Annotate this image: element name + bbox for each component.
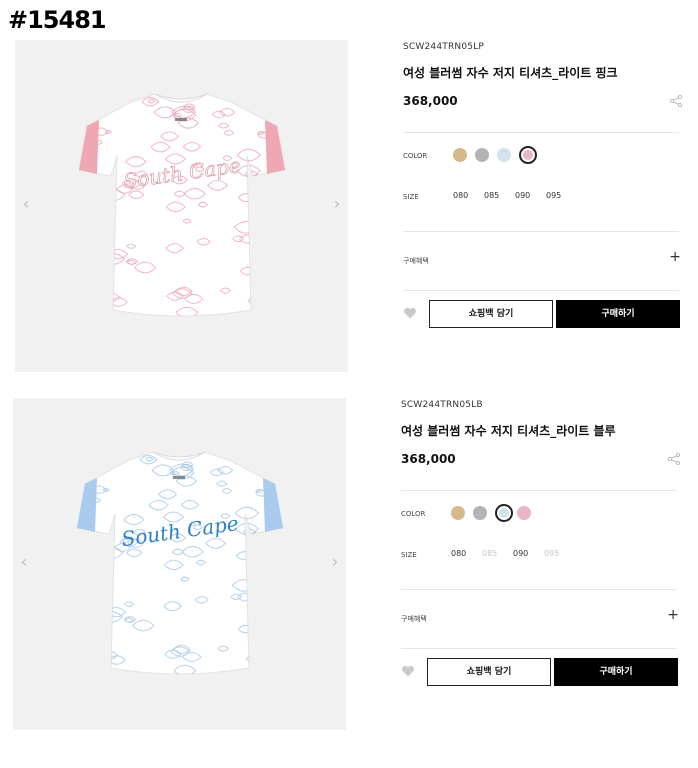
color-swatch-light-blue[interactable] (497, 148, 511, 162)
product-price: 368,000 (401, 452, 456, 466)
size-option[interactable]: 095 (546, 191, 561, 200)
color-swatch-grey[interactable] (475, 148, 489, 162)
color-swatch-light-pink[interactable] (519, 146, 537, 164)
product-name: 여성 블러썸 자수 저지 티셔츠_라이트 블루 (401, 424, 616, 438)
product-card: South Cape ‹ › SCW244TRN05LB 여성 블러썸 자수 저… (0, 396, 698, 746)
page-title: #15481 (8, 6, 107, 34)
color-swatch-grey[interactable] (473, 506, 487, 520)
color-label: COLOR (401, 510, 426, 518)
buy-now-button[interactable]: 구매하기 (556, 300, 680, 328)
product-info: SCW244TRN05LP 여성 블러썸 자수 저지 티셔츠_라이트 핑크 36… (403, 38, 683, 378)
color-swatch-beige[interactable] (453, 148, 467, 162)
product-image: South Cape ‹ › (13, 398, 346, 730)
product-name: 여성 블러썸 자수 저지 티셔츠_라이트 핑크 (403, 66, 618, 80)
heart-icon[interactable] (401, 664, 415, 678)
purchase-benefit-label[interactable]: 구매혜택 (401, 614, 427, 624)
buy-now-button[interactable]: 구매하기 (554, 658, 678, 686)
share-icon[interactable] (667, 452, 681, 466)
color-label: COLOR (403, 152, 428, 160)
tshirt-illustration: South Cape (76, 451, 284, 675)
plus-icon[interactable]: + (667, 608, 679, 622)
size-option[interactable]: 090 (515, 191, 530, 200)
color-swatch-light-blue[interactable] (495, 504, 513, 522)
divider (401, 589, 677, 590)
product-code: SCW244TRN05LP (403, 42, 485, 52)
product-image: South Cape ‹ › (15, 40, 348, 372)
chevron-left-icon[interactable]: ‹ (19, 194, 33, 214)
chevron-right-icon[interactable]: › (328, 552, 342, 572)
divider (403, 290, 679, 291)
add-to-bag-button[interactable]: 쇼핑백 담기 (427, 658, 551, 686)
size-option[interactable]: 080 (451, 549, 466, 558)
color-swatch-light-pink[interactable] (517, 506, 531, 520)
product-code: SCW244TRN05LB (401, 400, 483, 410)
divider (401, 490, 677, 491)
share-icon[interactable] (669, 94, 683, 108)
size-option[interactable]: 095 (544, 549, 559, 558)
size-option[interactable]: 090 (513, 549, 528, 558)
size-label: SIZE (401, 551, 417, 559)
divider (403, 231, 679, 232)
chevron-left-icon[interactable]: ‹ (17, 552, 31, 572)
plus-icon[interactable]: + (669, 250, 681, 264)
color-swatch-beige[interactable] (451, 506, 465, 520)
product-card: South Cape ‹ › SCW244TRN05LP 여성 블러썸 자수 저… (0, 38, 698, 388)
heart-icon[interactable] (403, 306, 417, 320)
chevron-right-icon[interactable]: › (330, 194, 344, 214)
size-option[interactable]: 085 (484, 191, 499, 200)
size-label: SIZE (403, 193, 419, 201)
size-option[interactable]: 085 (482, 549, 497, 558)
tshirt-illustration: South Cape (78, 93, 286, 317)
product-price: 368,000 (403, 94, 458, 108)
divider (401, 648, 677, 649)
divider (403, 132, 679, 133)
size-option[interactable]: 080 (453, 191, 468, 200)
add-to-bag-button[interactable]: 쇼핑백 담기 (429, 300, 553, 328)
purchase-benefit-label[interactable]: 구매혜택 (403, 256, 429, 266)
product-info: SCW244TRN05LB 여성 블러썸 자수 저지 티셔츠_라이트 블루 36… (401, 396, 681, 736)
